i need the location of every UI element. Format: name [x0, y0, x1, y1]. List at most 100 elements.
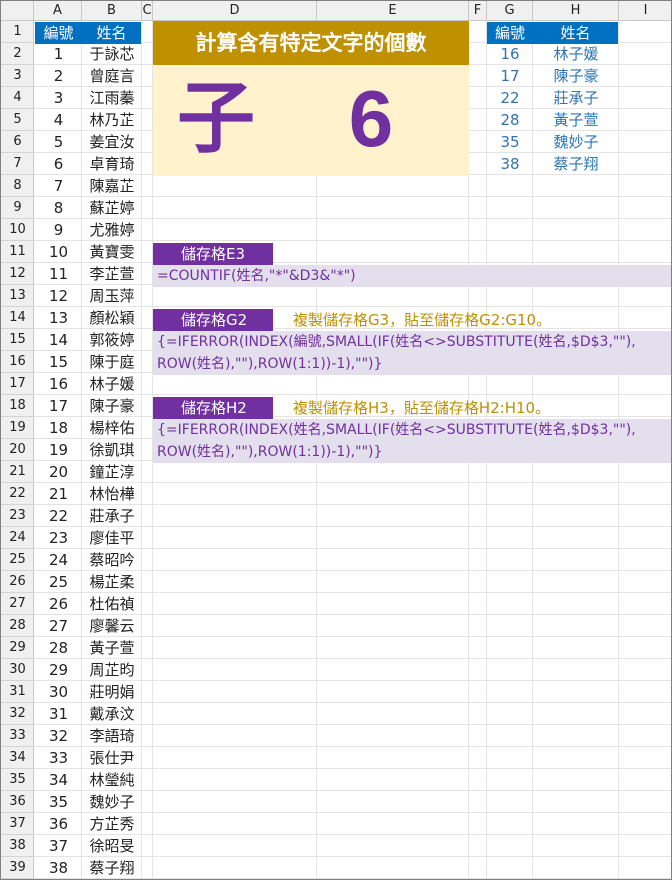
result-id-cell[interactable]: 35	[487, 131, 533, 153]
list-id-cell[interactable]: 16	[35, 373, 82, 395]
column-header-e[interactable]: E	[317, 1, 469, 21]
list-name-cell[interactable]: 周玉萍	[82, 285, 142, 307]
list-name-cell[interactable]: 魏妙子	[82, 791, 142, 813]
list-id-cell[interactable]: 27	[35, 615, 82, 637]
list-name-cell[interactable]: 張仕尹	[82, 747, 142, 769]
list-id-cell[interactable]: 8	[35, 197, 82, 219]
list-id-cell[interactable]: 26	[35, 593, 82, 615]
list-id-cell[interactable]: 1	[35, 43, 82, 65]
row-header-33[interactable]: 33	[1, 725, 34, 747]
row-header-10[interactable]: 10	[1, 219, 34, 241]
list-name-cell[interactable]: 蔡昭吟	[82, 549, 142, 571]
list-header-name[interactable]: 姓名	[82, 22, 141, 44]
row-header-8[interactable]: 8	[1, 175, 34, 197]
result-name-cell[interactable]: 黃子萱	[533, 109, 619, 131]
formula-e3[interactable]: =COUNTIF(姓名,"*"&D3&"*")	[153, 265, 671, 287]
list-id-cell[interactable]: 7	[35, 175, 82, 197]
list-header-id[interactable]: 編號	[35, 22, 82, 44]
panel-title[interactable]: 計算含有特定文字的個數	[153, 21, 469, 65]
count-cell-e3[interactable]: 6	[321, 69, 421, 169]
select-all-corner[interactable]	[1, 1, 34, 21]
list-id-cell[interactable]: 25	[35, 571, 82, 593]
row-header-1[interactable]: 1	[1, 21, 34, 43]
list-id-cell[interactable]: 36	[35, 813, 82, 835]
list-name-cell[interactable]: 廖馨云	[82, 615, 142, 637]
result-id-cell[interactable]: 17	[487, 65, 533, 87]
row-header-7[interactable]: 7	[1, 153, 34, 175]
list-id-cell[interactable]: 17	[35, 395, 82, 417]
column-header-i[interactable]: I	[619, 1, 671, 21]
list-id-cell[interactable]: 2	[35, 65, 82, 87]
list-id-cell[interactable]: 19	[35, 439, 82, 461]
formula-h2[interactable]: {=IFERROR(INDEX(姓名,SMALL(IF(姓名<>SUBSTITU…	[153, 419, 671, 463]
list-name-cell[interactable]: 方芷秀	[82, 813, 142, 835]
row-header-12[interactable]: 12	[1, 263, 34, 285]
row-header-23[interactable]: 23	[1, 505, 34, 527]
result-name-cell[interactable]: 陳子豪	[533, 65, 619, 87]
list-name-cell[interactable]: 曾庭言	[82, 65, 142, 87]
row-header-32[interactable]: 32	[1, 703, 34, 725]
row-header-37[interactable]: 37	[1, 813, 34, 835]
row-header-18[interactable]: 18	[1, 395, 34, 417]
list-id-cell[interactable]: 9	[35, 219, 82, 241]
list-name-cell[interactable]: 林乃芷	[82, 109, 142, 131]
column-header-c[interactable]: C	[142, 1, 153, 21]
list-name-cell[interactable]: 陳子豪	[82, 395, 142, 417]
row-header-22[interactable]: 22	[1, 483, 34, 505]
list-name-cell[interactable]: 李語琦	[82, 725, 142, 747]
list-name-cell[interactable]: 李芷萱	[82, 263, 142, 285]
row-header-29[interactable]: 29	[1, 637, 34, 659]
row-header-6[interactable]: 6	[1, 131, 34, 153]
result-id-cell[interactable]: 28	[487, 109, 533, 131]
list-name-cell[interactable]: 林子媛	[82, 373, 142, 395]
result-name-cell[interactable]: 蔡子翔	[533, 153, 619, 175]
list-id-cell[interactable]: 10	[35, 241, 82, 263]
list-id-cell[interactable]: 29	[35, 659, 82, 681]
list-name-cell[interactable]: 郭筱婷	[82, 329, 142, 351]
result-id-cell[interactable]: 16	[487, 43, 533, 65]
result-name-cell[interactable]: 林子媛	[533, 43, 619, 65]
list-id-cell[interactable]: 28	[35, 637, 82, 659]
list-name-cell[interactable]: 陳于庭	[82, 351, 142, 373]
column-header-g[interactable]: G	[487, 1, 533, 21]
list-name-cell[interactable]: 莊承子	[82, 505, 142, 527]
list-name-cell[interactable]: 顏松穎	[82, 307, 142, 329]
formula-g2[interactable]: {=IFERROR(INDEX(編號,SMALL(IF(姓名<>SUBSTITU…	[153, 331, 671, 375]
list-name-cell[interactable]: 卓育琦	[82, 153, 142, 175]
result-name-cell[interactable]: 莊承子	[533, 87, 619, 109]
column-header-b[interactable]: B	[82, 1, 142, 21]
list-name-cell[interactable]: 楊梓佑	[82, 417, 142, 439]
list-name-cell[interactable]: 徐凱琪	[82, 439, 142, 461]
list-id-cell[interactable]: 5	[35, 131, 82, 153]
row-header-5[interactable]: 5	[1, 109, 34, 131]
list-id-cell[interactable]: 37	[35, 835, 82, 857]
list-id-cell[interactable]: 33	[35, 747, 82, 769]
list-id-cell[interactable]: 20	[35, 461, 82, 483]
row-header-19[interactable]: 19	[1, 417, 34, 439]
row-header-15[interactable]: 15	[1, 329, 34, 351]
list-name-cell[interactable]: 莊明娟	[82, 681, 142, 703]
list-id-cell[interactable]: 38	[35, 857, 82, 879]
list-name-cell[interactable]: 蘇芷婷	[82, 197, 142, 219]
list-name-cell[interactable]: 鐘芷淳	[82, 461, 142, 483]
row-header-14[interactable]: 14	[1, 307, 34, 329]
list-id-cell[interactable]: 22	[35, 505, 82, 527]
list-name-cell[interactable]: 廖佳平	[82, 527, 142, 549]
result-id-cell[interactable]: 38	[487, 153, 533, 175]
result-id-cell[interactable]: 22	[487, 87, 533, 109]
list-id-cell[interactable]: 3	[35, 87, 82, 109]
row-header-36[interactable]: 36	[1, 791, 34, 813]
list-id-cell[interactable]: 13	[35, 307, 82, 329]
row-header-11[interactable]: 11	[1, 241, 34, 263]
list-name-cell[interactable]: 黃寶雯	[82, 241, 142, 263]
row-header-31[interactable]: 31	[1, 681, 34, 703]
list-id-cell[interactable]: 34	[35, 769, 82, 791]
results-header-name[interactable]: 姓名	[533, 22, 618, 44]
row-header-21[interactable]: 21	[1, 461, 34, 483]
column-header-d[interactable]: D	[153, 1, 317, 21]
search-char-cell-d3[interactable]: 子	[166, 69, 266, 169]
row-header-9[interactable]: 9	[1, 197, 34, 219]
list-id-cell[interactable]: 4	[35, 109, 82, 131]
row-header-25[interactable]: 25	[1, 549, 34, 571]
list-id-cell[interactable]: 6	[35, 153, 82, 175]
